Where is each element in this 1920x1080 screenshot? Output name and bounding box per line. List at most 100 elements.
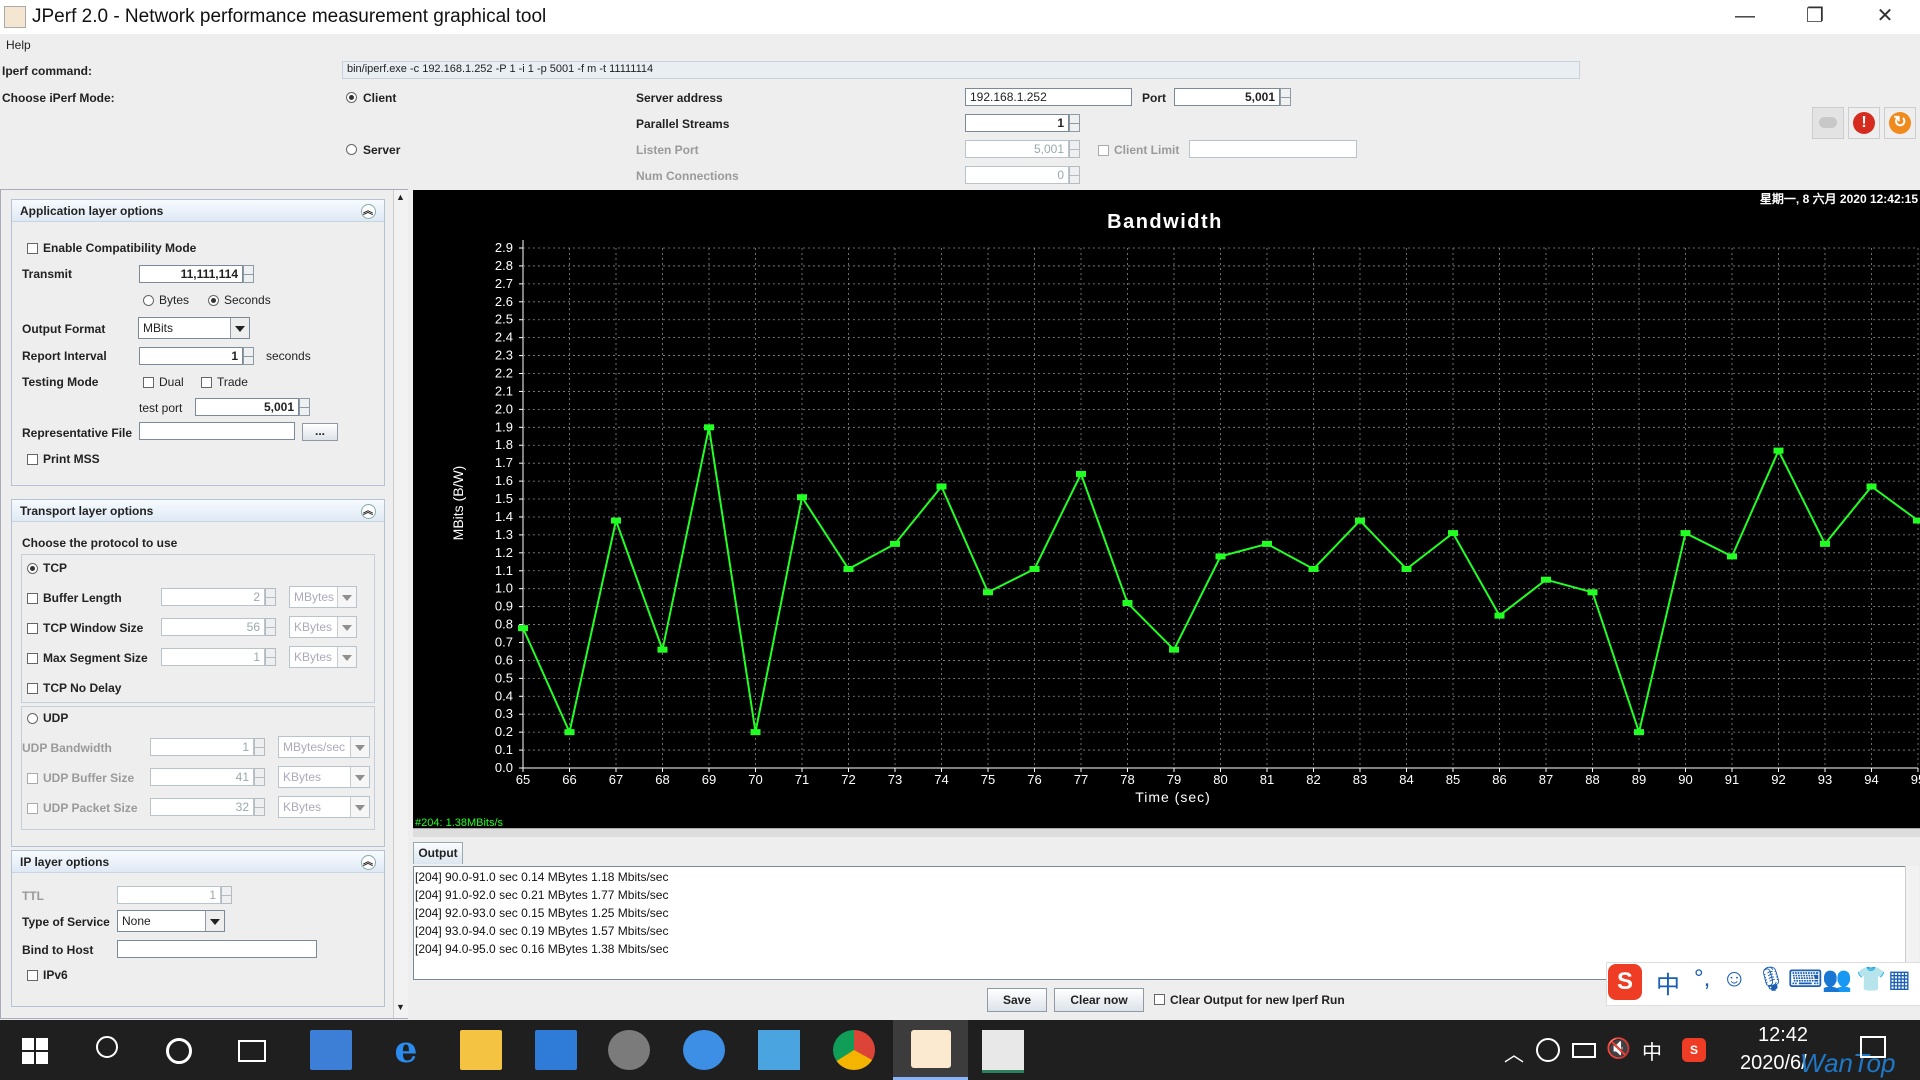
ipv6-checkbox[interactable] [27, 970, 38, 981]
close-button[interactable]: ✕ [1850, 0, 1920, 34]
save-button[interactable]: Save [987, 988, 1047, 1012]
browse-button[interactable]: ... [302, 423, 338, 441]
tcp-window-checkbox[interactable] [27, 623, 38, 634]
microphone-icon[interactable]: 🎙 [1756, 965, 1786, 994]
num-connections-spinner[interactable] [1069, 166, 1080, 184]
output-tab[interactable]: Output [413, 842, 463, 864]
app-icon-green[interactable] [982, 1030, 1024, 1073]
refresh-icon[interactable]: ↻ [1884, 107, 1916, 139]
test-port-spinner[interactable] [299, 398, 310, 416]
compat-checkbox[interactable] [27, 243, 38, 254]
shirt-icon[interactable]: 👕 [1856, 965, 1886, 994]
listen-port-input[interactable]: 5,001 [965, 140, 1069, 158]
udp-packet-spinner[interactable] [254, 798, 265, 816]
search-icon[interactable] [96, 1036, 118, 1058]
ime-tray-icon[interactable]: 中 [1642, 1036, 1662, 1065]
maximize-button[interactable]: ❐ [1780, 0, 1850, 34]
splitter[interactable] [413, 828, 1920, 837]
max-segment-input[interactable]: 1 [161, 648, 265, 666]
buffer-length-input[interactable]: 2 [161, 588, 265, 606]
udp-packet-unit[interactable]: KBytes [278, 796, 370, 818]
seconds-radio[interactable] [208, 295, 219, 306]
java-task-active[interactable] [893, 1020, 968, 1080]
parallel-streams-spinner[interactable] [1069, 114, 1080, 132]
minimize-button[interactable]: — [1710, 0, 1780, 34]
bytes-radio[interactable] [143, 295, 154, 306]
emoji-icon[interactable]: ☺ [1722, 965, 1747, 993]
udp-buffer-input[interactable]: 41 [150, 768, 254, 786]
client-limit-checkbox[interactable] [1098, 145, 1109, 156]
tcp-radio[interactable] [27, 563, 38, 574]
max-segment-unit[interactable]: KBytes [289, 646, 357, 668]
app-layer-header[interactable]: Application layer options [12, 200, 384, 222]
report-interval-input[interactable]: 1 [139, 347, 243, 365]
parallel-streams-input[interactable]: 1 [965, 114, 1069, 132]
test-port-input[interactable]: 5,001 [195, 398, 299, 416]
grid-icon[interactable]: ▦ [1888, 965, 1911, 994]
udp-packet-input[interactable]: 32 [150, 798, 254, 816]
globe-icon[interactable] [1536, 1038, 1560, 1062]
cortana-icon[interactable] [166, 1038, 192, 1064]
udp-buffer-unit[interactable]: KBytes [278, 766, 370, 788]
task-view-icon[interactable] [238, 1040, 266, 1062]
media-icon[interactable] [608, 1030, 650, 1070]
edge-icon[interactable]: e [385, 1030, 427, 1070]
udp-buffer-checkbox[interactable] [27, 773, 38, 784]
output-format-select[interactable]: MBits [138, 317, 250, 339]
battery-icon[interactable] [1572, 1043, 1596, 1058]
tcp-window-spinner[interactable] [265, 618, 276, 636]
ttl-spinner[interactable] [221, 886, 232, 904]
udp-buffer-spinner[interactable] [254, 768, 265, 786]
windows-start-icon[interactable] [22, 1038, 48, 1064]
print-mss-checkbox[interactable] [27, 454, 38, 465]
buffer-length-unit[interactable]: MBytes [289, 586, 357, 608]
app-icon-blue[interactable] [758, 1030, 800, 1070]
listen-port-spinner[interactable] [1069, 140, 1080, 158]
keyboard-icon[interactable]: ⌨ [1788, 965, 1823, 994]
notification-icon[interactable] [1860, 1036, 1886, 1058]
volume-muted-icon[interactable]: 🔇 [1606, 1036, 1631, 1061]
transmit-input[interactable]: 11,111,114 [139, 265, 243, 283]
collapse-icon[interactable] [361, 853, 376, 870]
chrome-icon[interactable] [833, 1030, 875, 1070]
clear-output-checkbox[interactable] [1154, 994, 1165, 1005]
server-radio[interactable] [346, 144, 357, 155]
tcp-window-input[interactable]: 56 [161, 618, 265, 636]
udp-packet-checkbox[interactable] [27, 803, 38, 814]
num-connections-input[interactable]: 0 [965, 166, 1069, 184]
sogou-tray-icon[interactable]: S [1682, 1038, 1706, 1062]
mail-icon[interactable] [535, 1030, 577, 1070]
tray-chevron-up-icon[interactable]: ︿ [1504, 1038, 1524, 1067]
no-delay-checkbox[interactable] [27, 683, 38, 694]
clear-now-button[interactable]: Clear now [1054, 988, 1144, 1012]
report-interval-spinner[interactable] [243, 347, 254, 365]
buffer-length-checkbox[interactable] [27, 593, 38, 604]
udp-bandwidth-unit[interactable]: MBytes/sec [278, 736, 370, 758]
user-icon[interactable]: 👥 [1822, 965, 1852, 994]
cloud-icon[interactable] [1812, 107, 1844, 139]
ime-chinese-icon[interactable]: 中 [1656, 965, 1680, 1000]
stop-icon[interactable]: ! [1848, 107, 1880, 139]
tcp-window-unit[interactable]: KBytes [289, 616, 357, 638]
client-limit-input[interactable] [1189, 140, 1357, 158]
ip-layer-header[interactable]: IP layer options [12, 851, 384, 873]
tos-select[interactable]: None [117, 910, 225, 932]
port-spinner[interactable] [1280, 88, 1291, 106]
udp-bandwidth-input[interactable]: 1 [150, 738, 254, 756]
ttl-input[interactable]: 1 [117, 886, 221, 904]
port-input[interactable]: 5,001 [1174, 88, 1280, 106]
transmit-spinner[interactable] [243, 265, 254, 283]
collapse-icon[interactable] [361, 202, 376, 219]
punctuation-icon[interactable]: °, [1694, 965, 1710, 993]
server-address-input[interactable]: 192.168.1.252 [965, 88, 1132, 106]
udp-bandwidth-spinner[interactable] [254, 738, 265, 756]
feather-app-icon[interactable] [683, 1030, 725, 1070]
udp-radio[interactable] [27, 713, 38, 724]
sogou-icon[interactable]: S [1608, 964, 1642, 1000]
client-radio[interactable] [346, 92, 357, 103]
max-segment-spinner[interactable] [265, 648, 276, 666]
rep-file-input[interactable] [139, 422, 295, 440]
app-icon-pc[interactable] [310, 1030, 352, 1070]
file-explorer-icon[interactable] [460, 1030, 502, 1070]
options-scrollbar[interactable]: ▲ ▼ [393, 190, 408, 1018]
